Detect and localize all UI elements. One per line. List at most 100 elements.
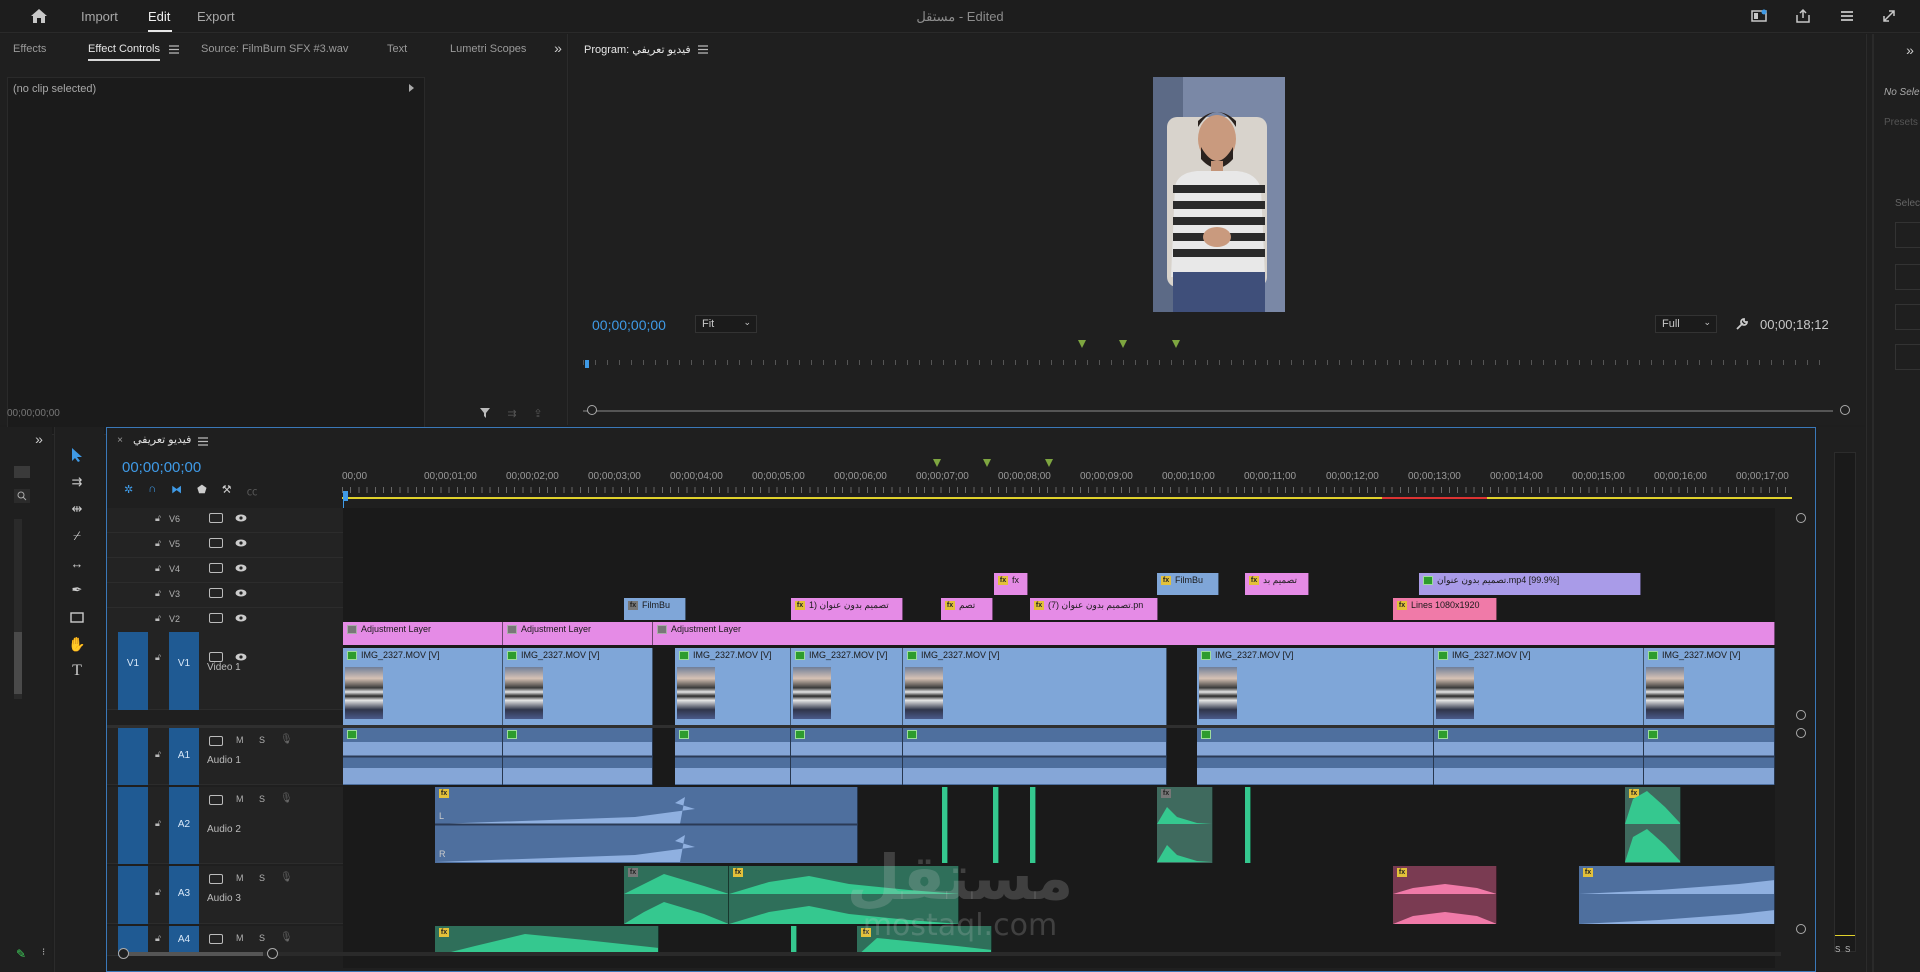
- audio-clip[interactable]: [1197, 728, 1434, 785]
- property-box[interactable]: [1895, 222, 1920, 248]
- clip-v4[interactable]: fx تصميم بد: [1245, 573, 1309, 595]
- sync-lock-icon[interactable]: [209, 513, 223, 523]
- sync-lock-icon[interactable]: [209, 795, 223, 805]
- meter-solo-left[interactable]: S: [1835, 945, 1840, 954]
- workspace-icon[interactable]: [1750, 8, 1768, 24]
- audio-clip[interactable]: [1434, 728, 1644, 785]
- source-patch-audio[interactable]: [118, 866, 148, 924]
- horizontal-scroll-thumb[interactable]: [121, 952, 263, 956]
- eye-icon[interactable]: [235, 588, 247, 598]
- rectangle-tool-icon[interactable]: [67, 607, 87, 627]
- clip-v2[interactable]: Adjustment Layer: [503, 622, 653, 645]
- eye-icon[interactable]: [235, 652, 247, 662]
- solo-button[interactable]: S: [259, 735, 265, 745]
- lock-icon[interactable]: 🔓︎: [155, 513, 165, 525]
- vertical-zoom-handle[interactable]: [1796, 513, 1806, 523]
- eye-icon[interactable]: [235, 513, 247, 523]
- sync-lock-icon[interactable]: [209, 538, 223, 548]
- linked-selection-icon[interactable]: ⧓: [171, 483, 182, 497]
- slip-tool-icon[interactable]: ↔: [67, 553, 87, 573]
- solo-button[interactable]: S: [259, 794, 265, 804]
- filter-icon[interactable]: [478, 406, 492, 420]
- video-clip[interactable]: IMG_2327.MOV [V]: [1434, 648, 1644, 725]
- audio-clip[interactable]: [903, 728, 1167, 785]
- sync-lock-icon[interactable]: [209, 736, 223, 746]
- track-target-v2[interactable]: V2: [169, 614, 187, 626]
- razor-tool-icon[interactable]: ⌿: [67, 526, 87, 546]
- property-box[interactable]: [1895, 264, 1920, 290]
- clip-v4[interactable]: تصميم بدون عنوان.mp4 [99.9%]: [1419, 573, 1641, 595]
- clip-v3[interactable]: fx تصميم بدون عنوان (7).pn: [1030, 598, 1158, 620]
- video-clip[interactable]: IMG_2327.MOV [V]: [903, 648, 1167, 725]
- close-icon[interactable]: ×: [115, 435, 125, 446]
- video-clip[interactable]: IMG_2327.MOV [V]: [503, 648, 653, 725]
- marker[interactable]: [1172, 340, 1180, 348]
- sync-lock-icon[interactable]: [209, 874, 223, 884]
- mute-button[interactable]: M: [236, 873, 244, 883]
- program-menu-icon[interactable]: [697, 43, 709, 55]
- audio-clip[interactable]: [503, 728, 653, 785]
- zoom-handle-left[interactable]: [587, 405, 597, 415]
- bin-icon[interactable]: [14, 466, 30, 478]
- add-marker-icon[interactable]: ⬟: [197, 483, 207, 497]
- audio-clip[interactable]: fx: [1157, 787, 1213, 863]
- fit-dropdown[interactable]: Fit ⌄: [695, 315, 757, 333]
- time-ruler[interactable]: 00;00 00;00;01;00 00;00;02;00 00;00;03;00 00…: [342, 471, 1792, 509]
- audio-clip[interactable]: [343, 728, 503, 785]
- panel-overflow-icon[interactable]: »: [551, 40, 565, 56]
- audio-clip[interactable]: fx: [1625, 787, 1681, 863]
- microphone-icon[interactable]: 🎙︎: [280, 872, 293, 884]
- audio-clip[interactable]: fx: [624, 866, 729, 924]
- video-clip[interactable]: IMG_2327.MOV [V]: [1644, 648, 1775, 725]
- video-clip[interactable]: IMG_2327.MOV [V]: [1197, 648, 1434, 725]
- mute-button[interactable]: M: [236, 933, 244, 943]
- tab-import[interactable]: Import: [81, 9, 118, 24]
- track-target-a2[interactable]: A2: [169, 787, 199, 864]
- zoom-handle-right[interactable]: [1840, 405, 1850, 415]
- marker[interactable]: [1119, 340, 1127, 348]
- playhead-icon[interactable]: [585, 360, 589, 368]
- lock-icon[interactable]: 🔓︎: [155, 538, 165, 550]
- more-icon[interactable]: ⁝: [42, 947, 46, 959]
- audio-clip[interactable]: fx: [1579, 866, 1775, 924]
- audio-clip[interactable]: fx L R: [435, 787, 858, 863]
- tab-source[interactable]: Source: FilmBurn SFX #3.wav: [201, 43, 348, 55]
- lock-icon[interactable]: 🔓︎: [155, 933, 165, 945]
- program-timecode[interactable]: 00;00;00;00: [592, 317, 666, 333]
- sync-lock-icon[interactable]: [209, 613, 223, 623]
- sync-lock-icon[interactable]: [209, 934, 223, 944]
- panel-menu-icon[interactable]: [168, 43, 180, 55]
- source-patch-audio[interactable]: [118, 728, 148, 785]
- nest-icon[interactable]: ✲: [124, 483, 133, 497]
- audio-clip[interactable]: [791, 728, 903, 785]
- type-tool-icon[interactable]: T: [67, 661, 87, 681]
- microphone-icon[interactable]: 🎙︎: [280, 734, 293, 746]
- tab-text[interactable]: Text: [387, 43, 407, 55]
- sync-lock-icon[interactable]: [209, 588, 223, 598]
- scroll-handle-left[interactable]: [118, 948, 129, 959]
- wrench-icon[interactable]: [1734, 316, 1750, 332]
- vertical-zoom-handle[interactable]: [1796, 728, 1806, 738]
- clip-v3[interactable]: fx FilmBu: [624, 598, 686, 620]
- hand-tool-icon[interactable]: ✋: [67, 634, 87, 654]
- microphone-icon[interactable]: 🎙︎: [280, 932, 293, 944]
- home-icon[interactable]: [28, 6, 50, 26]
- expand-arrow-icon[interactable]: [409, 84, 414, 92]
- solo-button[interactable]: S: [259, 873, 265, 883]
- snap-icon[interactable]: ∩: [148, 483, 156, 497]
- sync-lock-icon[interactable]: [209, 563, 223, 573]
- marker[interactable]: [933, 459, 941, 467]
- video-clip[interactable]: IMG_2327.MOV [V]: [791, 648, 903, 725]
- eye-icon[interactable]: [235, 538, 247, 548]
- vertical-zoom-handle[interactable]: [1796, 710, 1806, 720]
- track-select-tool-icon[interactable]: ⇉: [67, 472, 87, 492]
- lock-icon[interactable]: 🔓︎: [155, 588, 165, 600]
- fullscreen-icon[interactable]: [1880, 7, 1898, 25]
- track-target-v3[interactable]: V3: [169, 589, 187, 601]
- zoom-bar[interactable]: [583, 410, 1833, 412]
- lock-icon[interactable]: 🔓︎: [155, 749, 165, 761]
- track-target-a3[interactable]: A3: [169, 866, 199, 924]
- tab-edit[interactable]: Edit: [148, 9, 170, 24]
- tab-lumetri-scopes[interactable]: Lumetri Scopes: [450, 43, 526, 55]
- settings-icon[interactable]: ⚒: [222, 483, 232, 497]
